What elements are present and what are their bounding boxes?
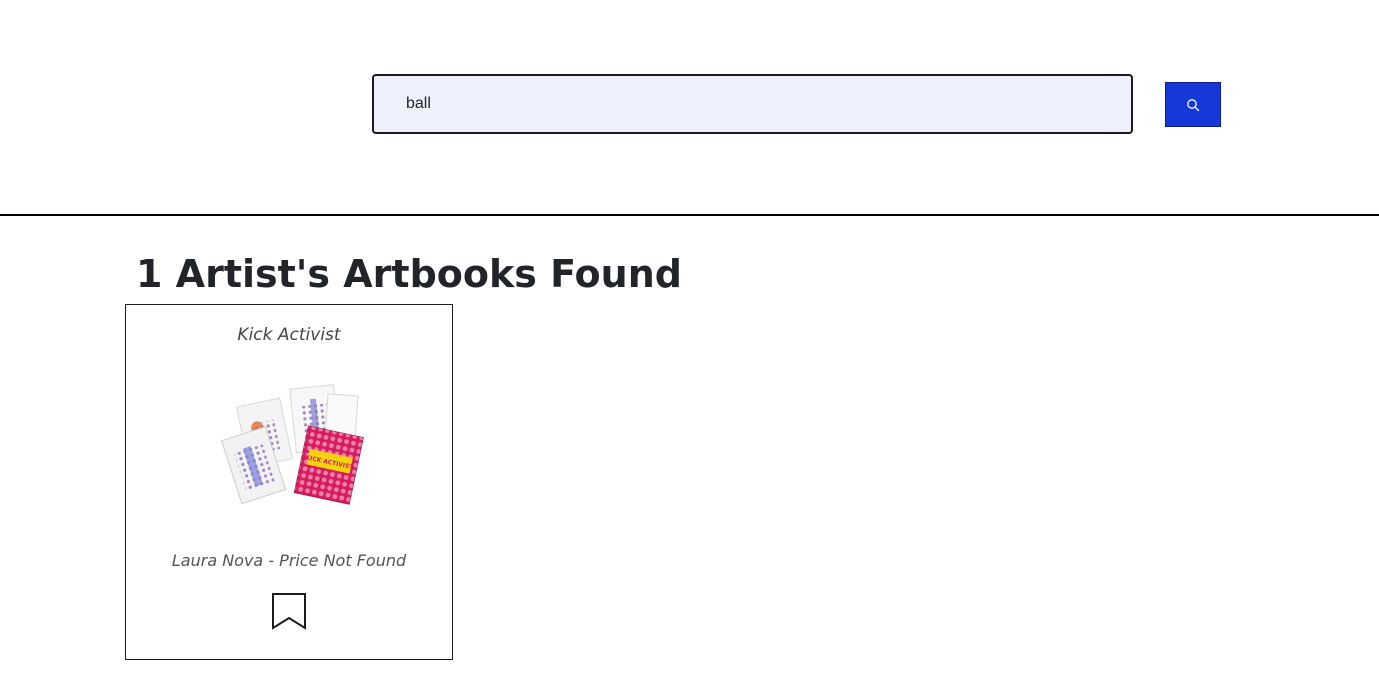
search-header bbox=[0, 0, 1379, 216]
search-button[interactable] bbox=[1165, 82, 1221, 127]
artbook-card[interactable]: Kick Activist KICK ACTIVIST Laura Nova -… bbox=[125, 304, 453, 660]
artbook-artist-price: Laura Nova - Price Not Found bbox=[171, 551, 407, 570]
bookmark-icon[interactable] bbox=[271, 592, 307, 630]
search-input[interactable] bbox=[372, 74, 1133, 134]
search-icon bbox=[1187, 98, 1200, 111]
results-heading: 1 Artist's Artbooks Found bbox=[136, 252, 682, 296]
artbook-title: Kick Activist bbox=[237, 325, 341, 345]
artbook-cover-image[interactable]: KICK ACTIVIST bbox=[218, 379, 368, 509]
